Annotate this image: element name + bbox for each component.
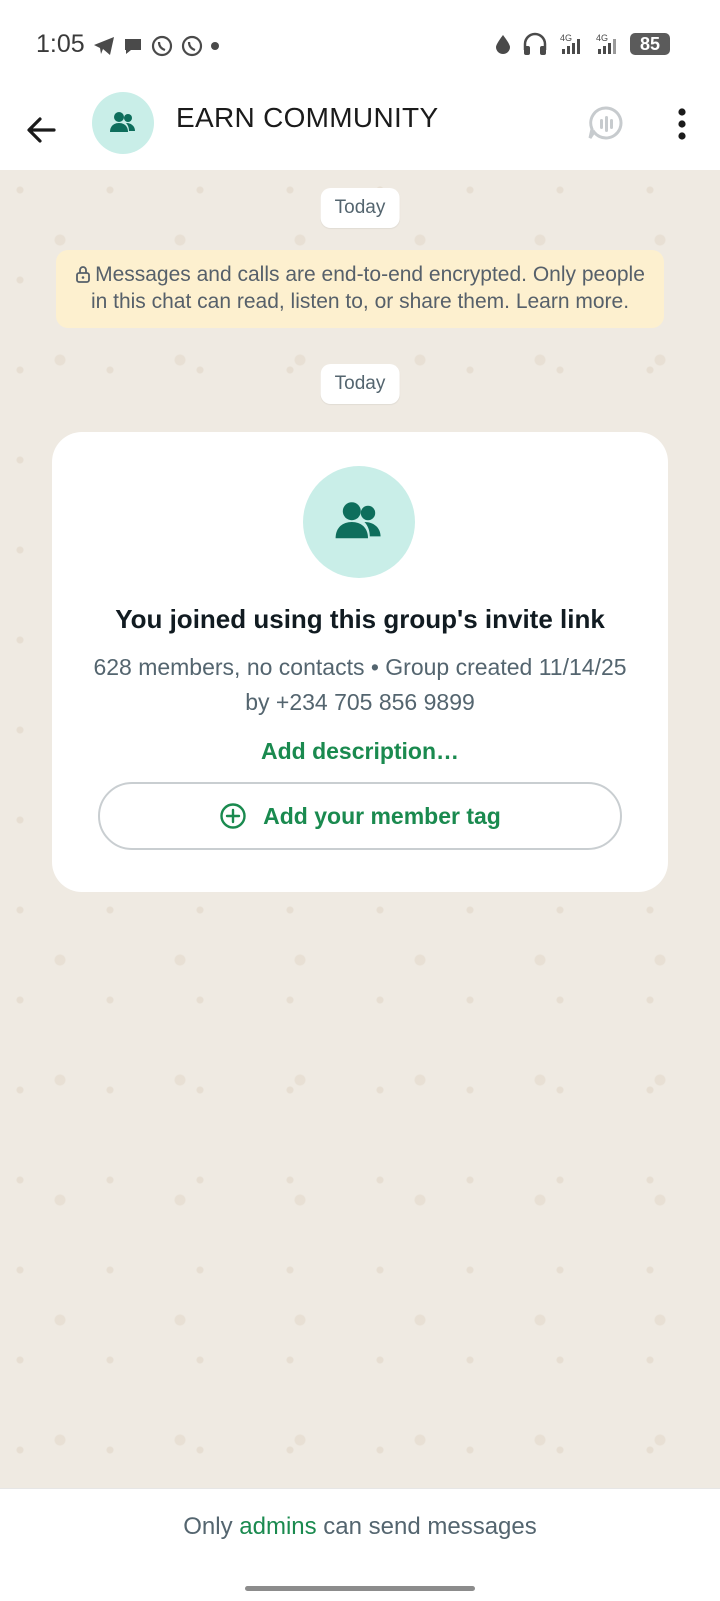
dot-icon: [211, 42, 219, 50]
more-options-button[interactable]: [664, 102, 700, 146]
arrow-back-icon: [27, 117, 56, 143]
invite-join-title: You joined using this group's invite lin…: [115, 604, 605, 634]
footer-prefix: Only: [183, 1513, 240, 1540]
add-member-tag-button[interactable]: Add your member tag: [98, 782, 622, 850]
whatsapp-icon: [181, 35, 203, 57]
chat-title[interactable]: EARN COMMUNITY: [176, 102, 438, 134]
voice-chat-icon: [588, 106, 623, 140]
system-icons: 4G 4G 85: [494, 32, 670, 56]
add-circle-icon: [220, 803, 246, 829]
footer-suffix: can send messages: [316, 1513, 537, 1540]
chat-header: EARN COMMUNITY: [0, 92, 720, 170]
add-description-link[interactable]: Add description…: [52, 738, 668, 765]
chat-area[interactable]: Today Messages and calls are end-to-end …: [0, 170, 720, 1488]
lock-icon: [76, 266, 90, 283]
status-time: 1:05: [36, 30, 85, 58]
encryption-notice[interactable]: Messages and calls are end-to-end encryp…: [56, 250, 664, 328]
group-meta-info: 628 members, no contacts • Group created…: [93, 654, 627, 715]
group-info-card: You joined using this group's invite lin…: [52, 432, 668, 892]
status-bar: 1:05 4G 4G 85: [0, 0, 720, 92]
svg-text:4G: 4G: [560, 33, 572, 43]
group-avatar-large[interactable]: [303, 466, 415, 578]
voice-chat-button[interactable]: [586, 104, 626, 144]
back-button[interactable]: [20, 108, 64, 152]
more-vert-icon: [678, 108, 686, 140]
date-chip: Today: [320, 188, 400, 228]
group-icon: [335, 502, 381, 539]
whatsapp-icon: [151, 35, 173, 57]
add-member-tag-label: Add your member tag: [263, 802, 501, 829]
headphones-icon: [523, 32, 547, 55]
admins-only-notice: Only admins can send messages: [0, 1513, 720, 1541]
signal-4g-icon: 4G: [560, 33, 580, 54]
home-indicator[interactable]: [245, 1586, 475, 1591]
group-icon: [110, 112, 135, 132]
admins-link[interactable]: admins: [239, 1513, 316, 1540]
encryption-notice-text: Messages and calls are end-to-end encryp…: [90, 263, 645, 313]
telegram-icon: [94, 37, 114, 55]
svg-text:4G: 4G: [596, 33, 608, 43]
notification-icons: [92, 34, 220, 58]
battery-icon: 85: [630, 33, 670, 55]
signal-4g-icon: 4G: [596, 33, 616, 54]
water-drop-icon: [496, 35, 510, 54]
chat-bubble-icon: [125, 39, 141, 54]
chat-footer: Only admins can send messages: [0, 1488, 720, 1601]
battery-level: 85: [639, 33, 661, 54]
date-chip: Today: [320, 364, 400, 404]
group-avatar[interactable]: [92, 92, 154, 154]
